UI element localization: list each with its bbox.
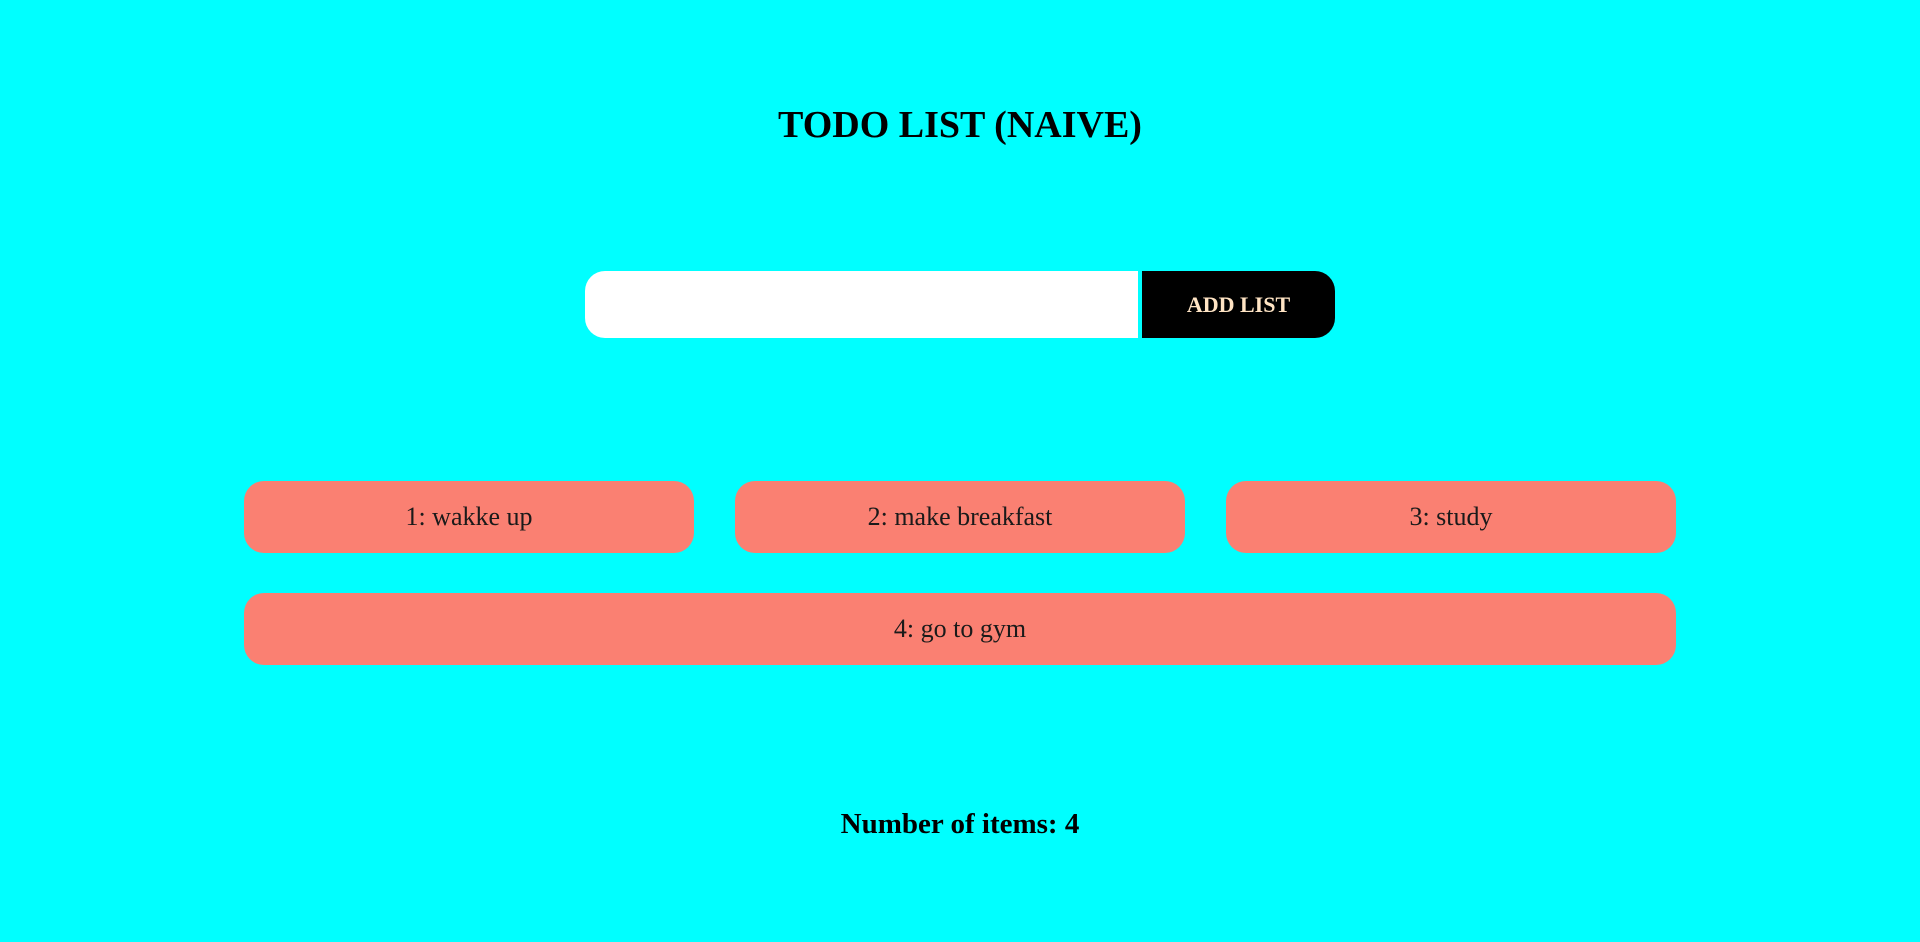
add-list-button[interactable]: ADD LIST [1142,271,1335,338]
todo-input[interactable] [585,271,1138,338]
todo-item[interactable]: 3: study [1226,481,1676,553]
todo-item[interactable]: 1: wakke up [244,481,694,553]
add-todo-form: ADD LIST [585,271,1335,338]
todo-item[interactable]: 2: make breakfast [735,481,1185,553]
item-count: Number of items: 4 [840,808,1080,840]
page-title: TODO LIST (NAIVE) [778,104,1142,146]
todo-item[interactable]: 4: go to gym [244,593,1676,665]
todo-list: 1: wakke up 2: make breakfast 3: study 4… [244,481,1676,665]
